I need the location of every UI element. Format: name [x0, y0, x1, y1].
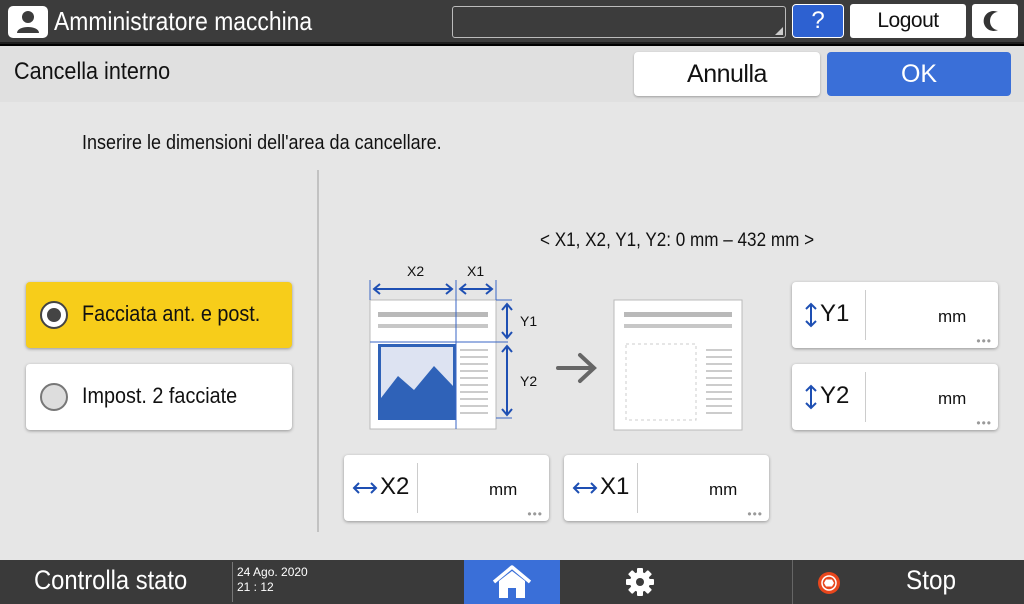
field-unit: mm [938, 307, 967, 326]
panel-divider [317, 170, 319, 532]
option-label: Impost. 2 facciate [82, 383, 238, 408]
logout-button[interactable]: Logout [850, 4, 966, 38]
erase-area-diagram: X2 X1 Y1 Y2 [369, 263, 743, 431]
user-icon [17, 11, 39, 33]
resize-corner-icon [775, 27, 783, 35]
field-separator [865, 372, 866, 422]
diagram-label-x2: X2 [407, 263, 424, 279]
field-label: Y1 [820, 300, 850, 327]
user-title: Amministratore macchina [54, 6, 313, 36]
vertical-arrow-icon [805, 302, 817, 328]
cancel-button[interactable]: Annulla [634, 52, 820, 96]
diagram-label-x1: X1 [467, 263, 484, 279]
moon-icon [983, 11, 998, 31]
bottom-separator [232, 562, 233, 602]
user-badge [8, 6, 48, 38]
field-label: X2 [380, 473, 410, 500]
original-sheet-illustration: X2 X1 Y1 Y2 [369, 263, 537, 430]
result-sheet-illustration [613, 299, 743, 431]
status-message-box[interactable] [452, 6, 786, 38]
more-icon: ••• [976, 334, 992, 348]
y1-input[interactable]: Y1 mm ••• [792, 282, 998, 348]
more-icon: ••• [747, 507, 763, 521]
horizontal-arrow-icon [352, 482, 378, 494]
range-text: < X1, X2, Y1, Y2: 0 mm – 432 mm > [540, 230, 815, 251]
option-front-and-back[interactable]: Facciata ant. e post. [26, 282, 292, 348]
field-separator [865, 290, 866, 340]
diagram-label-y1: Y1 [520, 313, 537, 329]
home-icon [492, 565, 532, 598]
field-unit: mm [709, 480, 738, 499]
gear-icon [626, 568, 654, 596]
help-button[interactable]: ? [792, 4, 844, 38]
more-icon: ••• [976, 416, 992, 430]
x1-input[interactable]: X1 mm ••• [564, 455, 769, 521]
option-two-sided[interactable]: Impost. 2 facciate [26, 364, 292, 430]
horizontal-arrow-icon [572, 482, 598, 494]
field-label: Y2 [820, 382, 850, 409]
page-title: Cancella interno [14, 58, 171, 85]
field-separator [637, 463, 638, 513]
field-separator [417, 463, 418, 513]
time-text: 21 : 12 [237, 580, 274, 594]
energy-saver-button[interactable] [972, 4, 1018, 38]
instruction-text: Inserire le dimensioni dell'area da canc… [82, 132, 442, 154]
radio-unchecked-icon [40, 383, 68, 411]
ok-button[interactable]: OK [827, 52, 1011, 96]
stop-label: Stop [906, 565, 956, 595]
arrow-right-icon [556, 353, 597, 383]
check-status-button[interactable]: Controlla stato [34, 563, 187, 597]
stop-icon [818, 572, 840, 594]
y2-input[interactable]: Y2 mm ••• [792, 364, 998, 430]
more-icon: ••• [527, 507, 543, 521]
home-button[interactable] [464, 560, 560, 604]
radio-checked-icon [40, 301, 68, 329]
field-unit: mm [938, 389, 967, 408]
vertical-arrow-icon [805, 384, 817, 410]
date-text: 24 Ago. 2020 [237, 565, 308, 579]
field-unit: mm [489, 480, 518, 499]
diagram-label-y2: Y2 [520, 373, 537, 389]
date-time: 24 Ago. 2020 21 : 12 [237, 565, 308, 595]
field-label: X1 [600, 473, 630, 500]
option-label: Facciata ant. e post. [82, 301, 261, 326]
settings-button[interactable] [592, 560, 688, 604]
x2-input[interactable]: X2 mm ••• [344, 455, 549, 521]
